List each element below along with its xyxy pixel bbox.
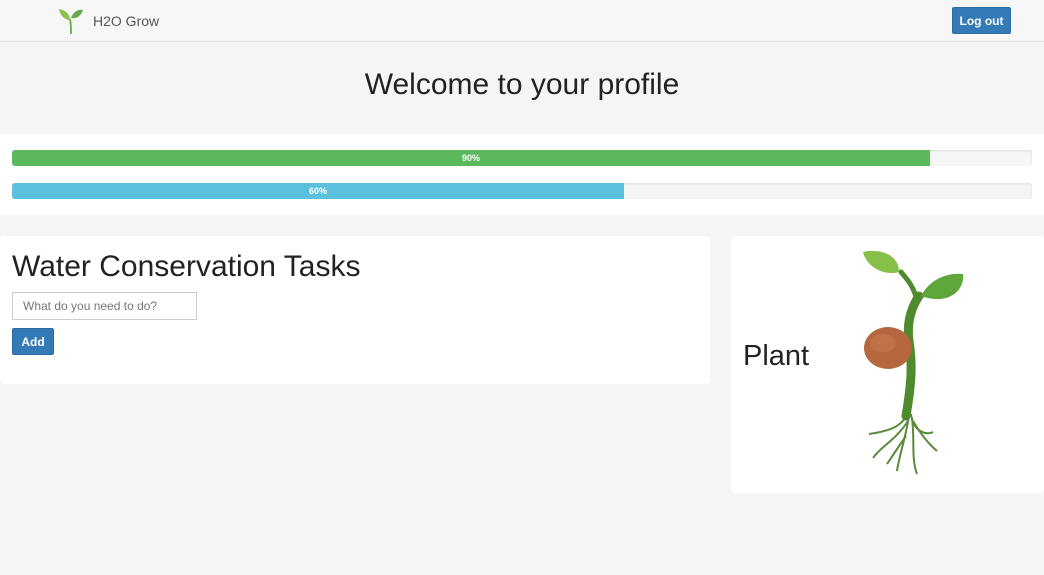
progress-panel: 90% 60% bbox=[0, 134, 1044, 215]
add-task-button[interactable]: Add bbox=[12, 328, 54, 355]
tasks-title: Water Conservation Tasks bbox=[12, 250, 361, 283]
brand[interactable]: H2O Grow bbox=[58, 7, 159, 35]
progress-bar-2: 60% bbox=[12, 183, 1032, 199]
sprout-icon bbox=[59, 9, 83, 35]
roots bbox=[868, 410, 938, 475]
top-navbar: H2O Grow Log out bbox=[0, 0, 1044, 42]
right-leaf bbox=[921, 273, 964, 300]
progress-fill-2: 60% bbox=[12, 183, 624, 199]
page-title: Welcome to your profile bbox=[364, 68, 680, 101]
progress-fill-1: 90% bbox=[12, 150, 930, 166]
left-leaf bbox=[863, 250, 899, 274]
brand-name: H2O Grow bbox=[93, 13, 160, 29]
plant-card: Plant bbox=[731, 236, 1044, 493]
task-input[interactable] bbox=[12, 292, 197, 320]
logout-button[interactable]: Log out bbox=[952, 7, 1011, 34]
plant-illustration bbox=[863, 250, 964, 475]
plant-label: Plant bbox=[743, 340, 810, 372]
progress-bar-1: 90% bbox=[12, 150, 1032, 166]
